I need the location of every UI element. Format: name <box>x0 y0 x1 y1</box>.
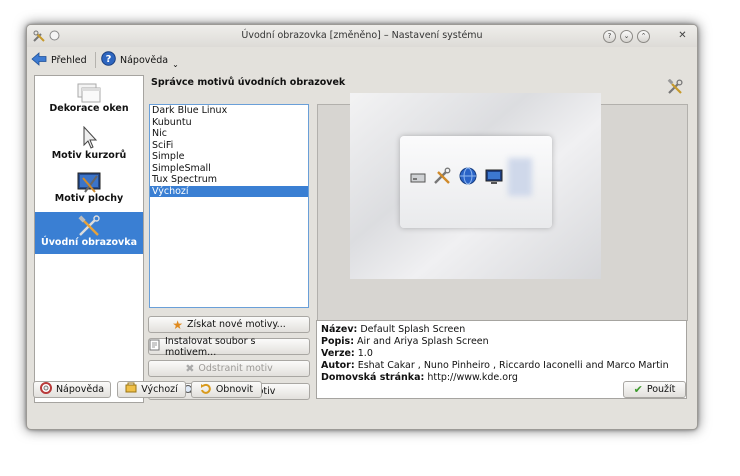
info-version-row: Verze: 1.0 <box>321 348 373 359</box>
list-item[interactable]: SimpleSmall <box>150 163 308 175</box>
sidebar-item-window-decoration[interactable]: Dekorace oken <box>35 79 143 123</box>
help-button-label: Nápověda <box>55 384 105 395</box>
defaults-button-label: Výchozí <box>141 384 178 395</box>
get-new-themes-label: Získat nové motivy... <box>187 319 286 330</box>
splash-window <box>400 136 552 228</box>
toolbar: Přehled ? Nápověda ⌄ <box>27 47 697 73</box>
title-bar[interactable]: Úvodní obrazovka [změněno] – Nastavení s… <box>27 25 697 47</box>
info-name-row: Název: Default Splash Screen <box>321 324 466 335</box>
sidebar-item-label: Motiv plochy <box>54 193 124 204</box>
defaults-icon <box>125 382 137 397</box>
defaults-button[interactable]: Výchozí <box>117 381 186 398</box>
maximize-icon[interactable]: ⌃ <box>637 30 650 43</box>
apply-button[interactable]: ✔ Použít <box>623 381 686 398</box>
help-circle-icon: ? <box>101 51 116 69</box>
tools-icon <box>667 78 683 98</box>
remove-x-icon: ✖ <box>185 362 195 375</box>
reset-button-label: Obnovit <box>215 384 254 395</box>
minimize-icon[interactable]: ⌄ <box>620 30 633 43</box>
list-item[interactable]: SciFi <box>150 140 308 152</box>
sidebar-item-label: Dekorace oken <box>49 103 129 114</box>
monitor-icon <box>485 169 503 188</box>
window-decoration-icon <box>77 83 101 103</box>
splash-screen-icon <box>77 215 101 237</box>
remove-theme-button[interactable]: ✖ Odstranit motiv <box>148 360 310 377</box>
sidebar-item-label: Motiv kurzorů <box>51 150 127 161</box>
window-title: Úvodní obrazovka [změněno] – Nastavení s… <box>241 30 483 41</box>
help-menu-label: Nápověda <box>120 54 169 66</box>
list-item[interactable]: Nic <box>150 128 308 140</box>
help-icon[interactable]: ? <box>603 30 616 43</box>
install-file-icon <box>149 339 161 354</box>
blurred-icon <box>508 158 532 196</box>
sidebar-item-desktop-theme[interactable]: Motiv plochy <box>35 169 143 211</box>
list-item[interactable]: Kubuntu <box>150 117 308 129</box>
info-author-row: Autor: Eshat Cakar , Nuno Pinheiro , Ric… <box>321 360 669 371</box>
info-desc-row: Popis: Air and Ariya Splash Screen <box>321 336 489 347</box>
list-item[interactable]: Simple <box>150 151 308 163</box>
help-lifebuoy-icon <box>39 382 52 397</box>
reset-button[interactable]: Obnovit <box>191 381 262 398</box>
tools-icon <box>433 167 451 188</box>
page-title: Správce motivů úvodních obrazovek <box>151 77 346 88</box>
remove-theme-label: Odstranit motiv <box>198 363 273 374</box>
theme-list[interactable]: Dark Blue Linux Kubuntu Nic SciFi Simple… <box>149 104 309 308</box>
list-item-selected[interactable]: Výchozí <box>150 185 308 197</box>
svg-text:?: ? <box>106 54 112 65</box>
help-button[interactable]: Nápověda <box>33 381 111 398</box>
hard-disk-icon <box>410 169 426 188</box>
toolbar-separator <box>95 52 96 68</box>
list-item[interactable]: Tux Spectrum <box>150 174 308 186</box>
sidebar-item-cursor-theme[interactable]: Motiv kurzorů <box>35 125 143 167</box>
cursor-icon <box>80 125 98 150</box>
overview-label: Přehled <box>51 54 87 66</box>
globe-icon <box>459 167 477 188</box>
sidebar-item-splash-screen[interactable]: Úvodní obrazovka <box>35 212 143 254</box>
close-icon[interactable]: ✕ <box>677 30 688 41</box>
sidebar-item-label: Úvodní obrazovka <box>41 237 137 248</box>
install-theme-button[interactable]: Instalovat soubor s motivem... <box>148 335 310 358</box>
back-arrow-icon <box>31 51 47 69</box>
list-item[interactable]: Dark Blue Linux <box>150 105 308 117</box>
get-new-themes-button[interactable]: ★ Získat nové motivy... <box>148 316 310 333</box>
install-theme-label: Instalovat soubor s motivem... <box>165 335 256 358</box>
undo-icon <box>200 382 212 397</box>
desktop-theme-icon <box>77 172 101 193</box>
help-menu-button[interactable]: ? Nápověda ⌄ <box>101 51 179 69</box>
star-icon: ★ <box>172 317 184 332</box>
sidebar: Dekorace oken Motiv kurzorů Motiv plochy… <box>34 75 144 403</box>
apply-button-label: Použít <box>646 384 676 395</box>
check-icon: ✔ <box>633 383 643 396</box>
overview-button[interactable]: Přehled <box>31 51 87 69</box>
chevron-down-icon: ⌄ <box>172 59 179 69</box>
splash-preview-image <box>350 93 601 279</box>
